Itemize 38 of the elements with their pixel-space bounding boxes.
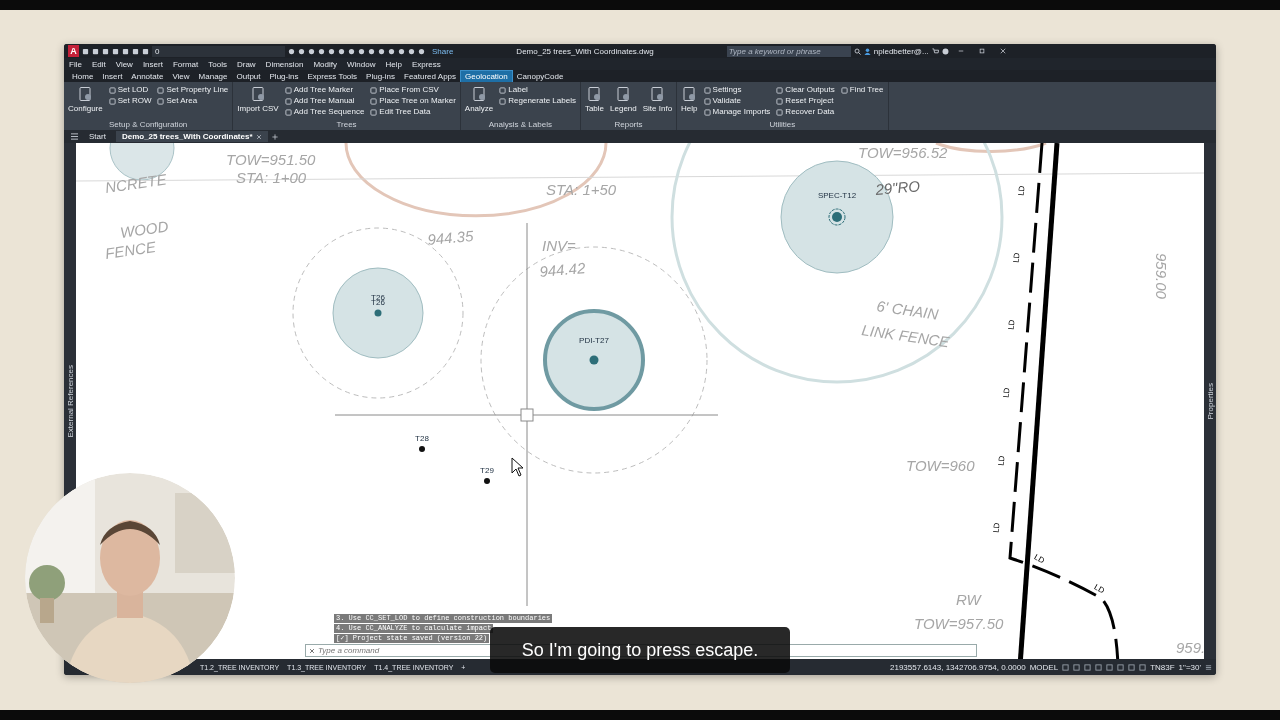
drawing-annotation: TOW=960 (906, 457, 975, 474)
drawing-annotation: 959. (1176, 639, 1204, 656)
drawing-annotation: NCRETE (104, 170, 168, 196)
ribbon-group-title: Setup & Configuration (108, 120, 189, 130)
drawing-annotation: STA: 1+50 (546, 181, 617, 198)
ribbon-group-title: Analysis & Labels (487, 120, 553, 130)
drawing-annotation: WOOD (119, 217, 170, 241)
line-label: LD (991, 522, 1002, 534)
tree-label: T28 (415, 434, 429, 443)
drawing-annotation: LINK FENCE (860, 321, 951, 351)
caption-toast: So I'm going to press escape. (490, 627, 790, 673)
line-label: LD (1092, 582, 1106, 596)
ribbon-group-title: Reports (613, 120, 644, 130)
line-label: LD (1016, 185, 1027, 197)
tree-label: SPEC-T12 (817, 191, 857, 200)
drawing-annotation: STA: 1+00 (236, 169, 307, 186)
drawing-annotation: 944.42 (538, 259, 586, 280)
drawing-annotation: 29"RO (874, 177, 921, 198)
drawing-annotation: 6' CHAIN (875, 297, 940, 323)
line-label: LD (1032, 552, 1046, 566)
line-label: LD (1001, 387, 1012, 399)
drawing-annotation: TOW=957.50 (914, 615, 1004, 632)
coordinates-readout: 2193557.6143, 1342706.9754, 0.0000 (890, 662, 1026, 672)
drawing-annotation: TOW=956.52 (858, 144, 948, 161)
line-label: LD (996, 455, 1007, 467)
drawing-annotation: 959.00 (1153, 253, 1170, 299)
ribbon-group-title: Utilities (768, 120, 797, 130)
drawing-annotation: RW (956, 591, 981, 608)
window-title: Demo_25 trees_With Coordinates.dwg (516, 46, 654, 56)
drawing-annotation: TOW=951.50 (226, 151, 316, 168)
drawing-annotation: INV= (542, 237, 576, 254)
tree-label: T29 (480, 466, 494, 475)
drawing-annotation: 944.35 (426, 227, 474, 248)
line-label: LD (1011, 252, 1022, 264)
tree-label: PDI-T27 (579, 336, 609, 345)
drawing-annotation: FENCE (104, 238, 157, 262)
ribbon-group-title: Trees (335, 120, 358, 130)
line-label: LD (1006, 319, 1017, 331)
